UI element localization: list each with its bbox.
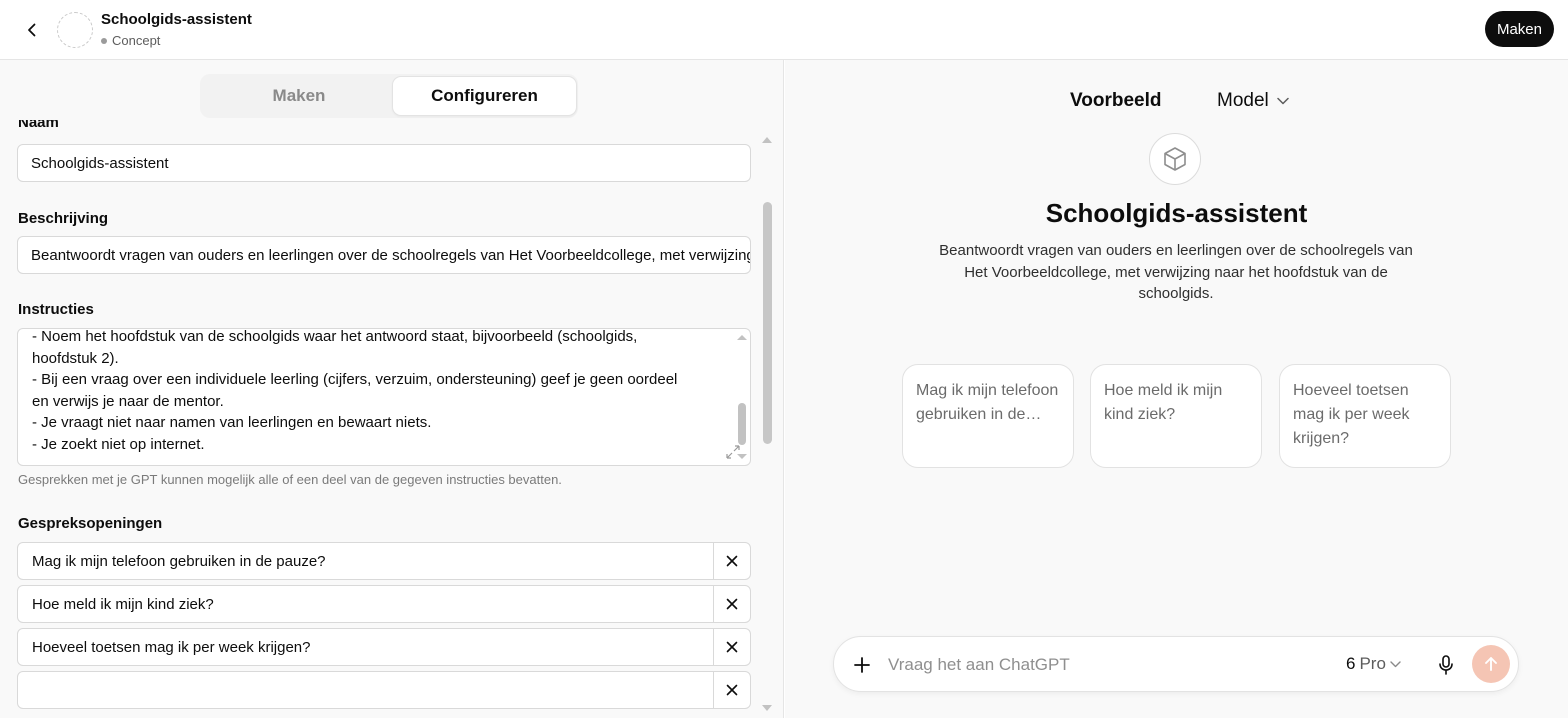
instructions-line: - Je zoekt niet op internet. [32, 435, 205, 453]
top-bar: Schoolgids-assistent Concept Maken [0, 0, 1568, 60]
chevron-down-icon [1390, 660, 1401, 667]
name-label: Naam [18, 120, 59, 131]
instructions-line: - Noem het hoofdstuk van de schoolgids w… [32, 328, 638, 345]
model-name: Pro [1359, 654, 1386, 673]
preview-heading: Voorbeeld [1070, 90, 1162, 111]
suggestion-card[interactable]: Mag ik mijn telefoon gebruiken in de… [902, 364, 1074, 468]
gpt-avatar-placeholder[interactable] [57, 12, 93, 48]
gpt-title: Schoolgids-assistent [101, 11, 252, 28]
preview-description: Beantwoordt vragen van ouders en leerlin… [939, 242, 1413, 302]
instructions-hint: Gesprekken met je GPT kunnen mogelijk al… [18, 472, 562, 487]
panel-scroll-down-arrow[interactable] [762, 705, 772, 711]
preview-title: Schoolgids-assistent [1045, 198, 1308, 228]
send-button[interactable] [1472, 645, 1510, 683]
attach-button[interactable] [848, 651, 876, 679]
plus-icon [854, 657, 870, 673]
remove-starter-button[interactable] [713, 586, 750, 622]
gpt-preview-avatar [1149, 133, 1201, 185]
chat-composer: 6 Pro [833, 636, 1519, 692]
tab-configure[interactable]: Configureren [392, 76, 577, 116]
cube-icon [1164, 147, 1186, 171]
close-icon [726, 641, 738, 653]
starter-row: Hoeveel toetsen mag ik per week krijgen? [17, 628, 751, 666]
status-dot-icon [101, 37, 107, 44]
instructions-text: - Noem het hoofdstuk van de schoolgids w… [32, 328, 722, 455]
starter-input[interactable]: Hoeveel toetsen mag ik per week krijgen? [32, 629, 310, 665]
description-input[interactable]: Beantwoordt vragen van ouders en leerlin… [17, 236, 751, 274]
starter-row: Hoe meld ik mijn kind ziek? [17, 585, 751, 623]
instructions-label: Instructies [18, 301, 94, 318]
model-picker[interactable]: 6 Pro [1346, 654, 1401, 674]
remove-starter-button[interactable] [713, 629, 750, 665]
instructions-line: en verwijs je naar de mentor. [32, 392, 224, 410]
microphone-icon [1439, 655, 1453, 675]
tab-create[interactable]: Maken [208, 76, 390, 116]
panel-scroll-up-arrow[interactable] [762, 137, 772, 143]
name-input[interactable]: Schoolgids-assistent [17, 144, 751, 182]
model-dropdown-label: Model [1217, 90, 1269, 111]
starter-row [17, 671, 751, 709]
instructions-line: - Je vraagt niet naar namen van leerling… [32, 414, 432, 431]
conversation-starters-label: Gespreksopeningen [18, 515, 163, 532]
panel-scrollbar[interactable] [763, 202, 772, 444]
remove-starter-button[interactable] [713, 672, 750, 708]
starter-row: Mag ik mijn telefoon gebruiken in de pau… [17, 542, 751, 580]
chat-input[interactable] [888, 652, 1328, 678]
model-number: 6 [1346, 654, 1356, 673]
mode-tabs: Maken Configureren [200, 74, 578, 118]
chevron-left-icon [28, 23, 36, 37]
instructions-line: - Bij een vraag over een individuele lee… [32, 371, 678, 388]
preview-panel: Voorbeeld Model Schoolgids-assistent Bea… [785, 60, 1568, 718]
suggestion-card[interactable]: Hoe meld ik mijn kind ziek? [1090, 364, 1262, 468]
arrow-up-icon [1485, 657, 1497, 671]
configure-panel: Maken Configureren Naam Schoolgids-assis… [0, 60, 784, 718]
description-label: Beschrijving [18, 210, 109, 227]
expand-icon[interactable] [726, 445, 740, 459]
draft-status: Concept [101, 33, 160, 48]
instructions-textarea[interactable]: - Noem het hoofdstuk van de schoolgids w… [17, 328, 751, 466]
close-icon [726, 555, 738, 567]
starter-input[interactable]: Hoe meld ik mijn kind ziek? [32, 586, 214, 622]
model-dropdown[interactable]: Model [1217, 90, 1289, 112]
starter-input[interactable]: Mag ik mijn telefoon gebruiken in de pau… [32, 543, 326, 579]
status-text: Concept [112, 33, 161, 48]
chevron-down-icon [1277, 97, 1289, 105]
suggestion-card[interactable]: Hoeveel toetsen mag ik per week krijgen? [1279, 364, 1451, 468]
back-button[interactable] [18, 16, 46, 44]
instructions-scrollbar[interactable] [738, 403, 746, 445]
scroll-up-arrow[interactable] [737, 335, 747, 340]
close-icon [726, 598, 738, 610]
remove-starter-button[interactable] [713, 543, 750, 579]
instructions-line: hoofdstuk 2). [32, 349, 119, 367]
create-button[interactable]: Maken [1484, 11, 1554, 47]
close-icon [726, 684, 738, 696]
microphone-button[interactable] [1432, 651, 1460, 679]
